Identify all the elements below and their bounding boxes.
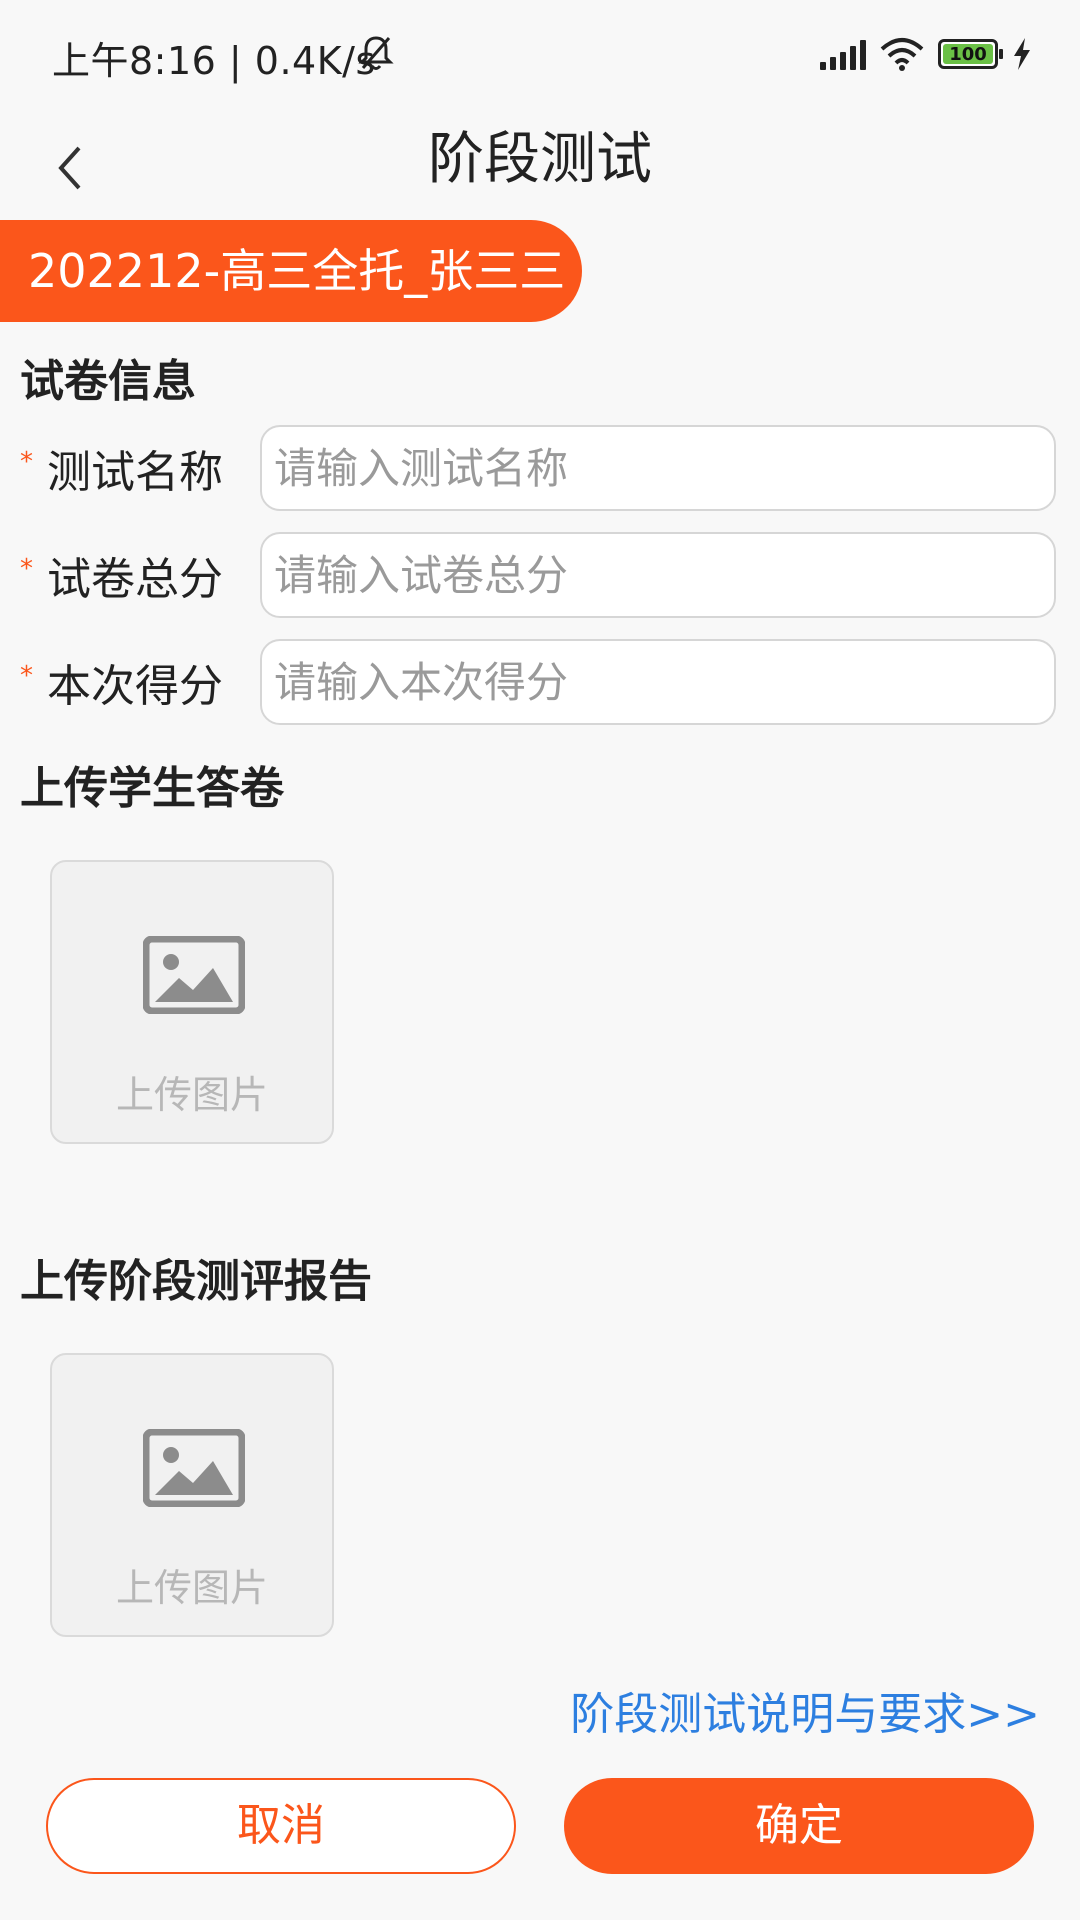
paper-info-title: 试卷信息 <box>20 356 196 407</box>
battery-percent: 100 <box>949 43 987 65</box>
status-icons: 100 <box>820 32 1032 76</box>
total-score-input[interactable] <box>260 532 1056 618</box>
upload-report-button[interactable]: 上传图片 <box>50 1353 334 1637</box>
total-score-label-text: 试卷总分 <box>47 554 223 605</box>
page: 上午8:16 | 0.4K/s 100 阶段测试 202212-高三全托_张三三… <box>0 0 1080 1920</box>
required-mark: * <box>20 661 33 691</box>
class-student-tag: 202212-高三全托_张三三 <box>0 220 582 322</box>
test-name-label: * 测试名称 <box>20 436 260 500</box>
battery-icon: 100 <box>938 39 1003 69</box>
page-title: 阶段测试 <box>428 127 652 192</box>
status-time: 上午8:16 | 0.4K/s <box>52 39 376 83</box>
confirm-button[interactable]: 确定 <box>564 1778 1034 1874</box>
image-icon <box>143 1429 245 1507</box>
test-instructions-link[interactable]: 阶段测试说明与要求>> <box>570 1678 1040 1742</box>
cancel-button[interactable]: 取消 <box>46 1778 516 1874</box>
upload-answer-button[interactable]: 上传图片 <box>50 860 334 1144</box>
status-bar: 上午8:16 | 0.4K/s 100 <box>0 0 1080 108</box>
signal-icon <box>820 38 866 70</box>
total-score-label: * 试卷总分 <box>20 543 260 607</box>
score-label: * 本次得分 <box>20 650 260 714</box>
nav-header: 阶段测试 <box>0 108 1080 228</box>
upload-report-title: 上传阶段测评报告 <box>20 1256 372 1307</box>
charging-icon <box>1014 38 1030 70</box>
mute-bell-icon <box>358 36 394 70</box>
form-row-test-name: * 测试名称 <box>20 425 1056 511</box>
form-row-total-score: * 试卷总分 <box>20 532 1056 618</box>
image-icon <box>143 936 245 1014</box>
score-input[interactable] <box>260 639 1056 725</box>
upload-report-label: 上传图片 <box>115 1566 268 1610</box>
test-name-input[interactable] <box>260 425 1056 511</box>
wifi-icon <box>880 38 924 71</box>
required-mark: * <box>20 447 33 477</box>
upload-answer-title: 上传学生答卷 <box>20 763 284 814</box>
upload-answer-label: 上传图片 <box>115 1073 268 1117</box>
form-row-score: * 本次得分 <box>20 639 1056 725</box>
required-mark: * <box>20 554 33 584</box>
test-name-label-text: 测试名称 <box>47 447 223 498</box>
score-label-text: 本次得分 <box>47 661 223 712</box>
